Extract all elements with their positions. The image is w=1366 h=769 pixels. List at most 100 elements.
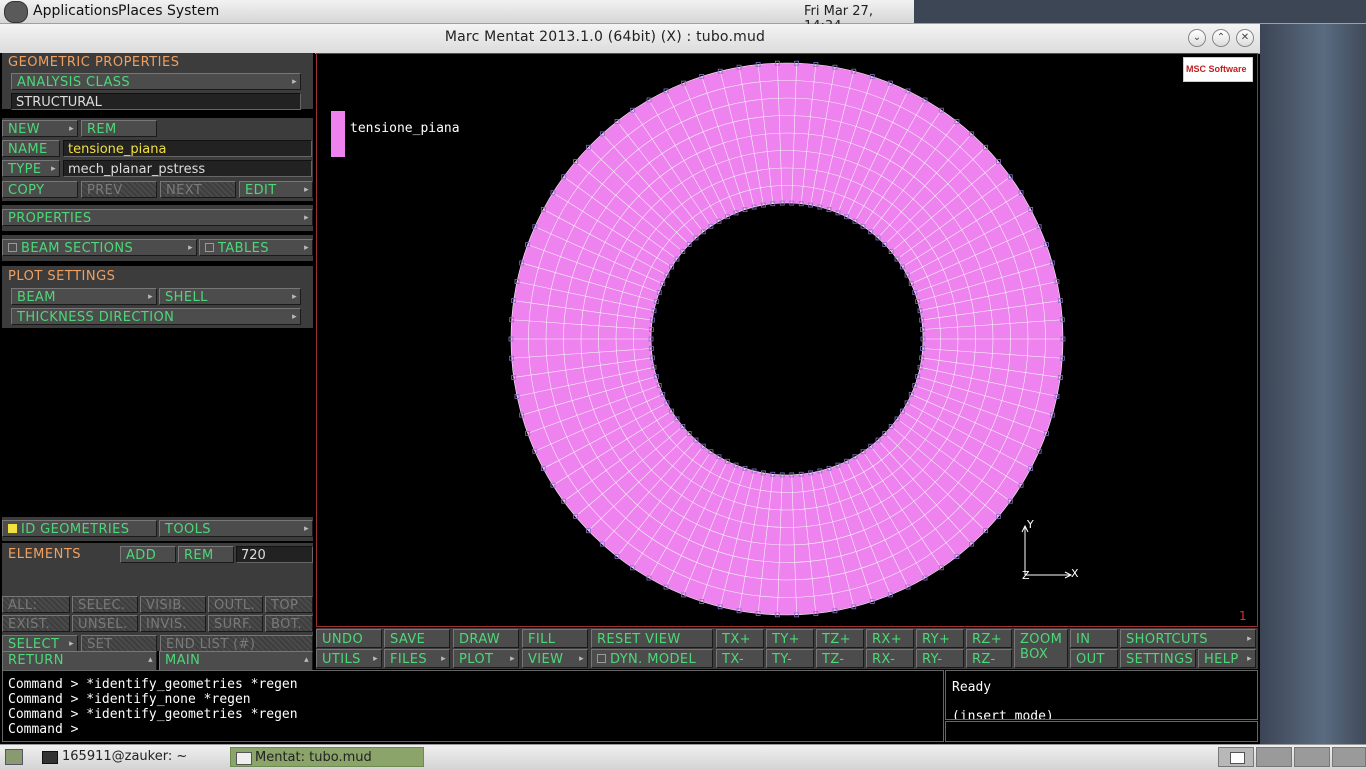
command-input[interactable]: Command > <box>8 722 78 737</box>
triangle-right-icon: ▸ <box>1247 654 1252 664</box>
ry-minus-label: RY- <box>922 652 943 667</box>
select-button[interactable]: SELECT ▸ <box>2 635 78 652</box>
tz-minus-button[interactable]: TZ- <box>816 649 864 668</box>
tube-mesh <box>508 60 1066 618</box>
tools-button[interactable]: TOOLS ▸ <box>159 520 313 537</box>
rz-minus-button[interactable]: RZ- <box>966 649 1012 668</box>
geometry-edit-section: NEW ▸ REM NAME tensione_piana TYPE ▸ mech_… <box>2 118 313 201</box>
rx-plus-button[interactable]: RX+ <box>866 629 914 648</box>
minimize-icon[interactable]: ⌄ <box>1188 29 1206 47</box>
dyn-model-button[interactable]: DYN. MODEL <box>591 649 713 668</box>
elements-rem-button[interactable]: REM <box>178 546 234 563</box>
view-button[interactable]: VIEW ▸ <box>522 649 588 668</box>
set-button[interactable]: SET <box>81 635 157 652</box>
taskbar-terminal-label: 165911@zauker: ~ <box>62 749 188 764</box>
tz-plus-button[interactable]: TZ+ <box>816 629 864 648</box>
name-label-button[interactable]: NAME <box>2 140 60 157</box>
top-button[interactable]: TOP <box>265 596 313 613</box>
prev-button[interactable]: PREV <box>81 181 157 198</box>
workspace-1[interactable] <box>1218 747 1254 767</box>
surface-button[interactable]: SURF. <box>208 615 263 632</box>
workspace-2[interactable] <box>1256 747 1292 767</box>
ty-plus-label: TY+ <box>772 632 800 647</box>
checkbox-icon <box>205 243 214 252</box>
files-button[interactable]: FILES ▸ <box>384 649 450 668</box>
workspace-4[interactable] <box>1332 747 1366 767</box>
outline-button[interactable]: OUTL. <box>208 596 263 613</box>
name-input[interactable]: tensione_piana <box>63 140 312 157</box>
selected-button[interactable]: SELEC. <box>72 596 138 613</box>
utils-label: UTILS <box>322 652 361 667</box>
beam-button[interactable]: BEAM ▸ <box>11 288 157 305</box>
tx-plus-button[interactable]: TX+ <box>716 629 764 648</box>
beam-sections-button[interactable]: BEAM SECTIONS ▸ <box>2 239 197 256</box>
ty-minus-button[interactable]: TY- <box>766 649 814 668</box>
utils-button[interactable]: UTILS ▸ <box>316 649 382 668</box>
graphics-viewport[interactable]: tensione_piana MSC Software Y X Z 1 <box>316 53 1258 627</box>
draw-button[interactable]: DRAW <box>453 629 519 648</box>
zoom-out-button[interactable]: OUT <box>1070 649 1118 668</box>
analysis-class-button[interactable]: ANALYSIS CLASS ▸ <box>11 73 301 90</box>
type-button[interactable]: TYPE ▸ <box>2 160 60 177</box>
unselected-button[interactable]: UNSEL. <box>72 615 138 632</box>
terminal-icon <box>42 751 58 764</box>
triangle-right-icon: ▸ <box>69 639 74 649</box>
ry-plus-button[interactable]: RY+ <box>916 629 964 648</box>
visible-button[interactable]: VISIB. <box>140 596 206 613</box>
settings-label: SETTINGS <box>1126 652 1194 667</box>
thickness-direction-button[interactable]: THICKNESS DIRECTION ▸ <box>11 308 301 325</box>
status-panel: Ready (insert mode) <box>945 670 1258 720</box>
tables-button[interactable]: TABLES ▸ <box>199 239 313 256</box>
analysis-class-value: STRUCTURAL <box>11 93 301 110</box>
rem-button[interactable]: REM <box>81 120 157 137</box>
workspace-3[interactable] <box>1294 747 1330 767</box>
navigation-section: RETURN ▴ MAIN ▴ <box>2 651 313 691</box>
bottom-button[interactable]: BOT. <box>265 615 313 632</box>
rz-plus-label: RZ+ <box>972 632 1003 647</box>
rz-plus-button[interactable]: RZ+ <box>966 629 1012 648</box>
show-desktop-icon[interactable] <box>5 749 23 765</box>
help-button[interactable]: HELP ▸ <box>1198 649 1256 668</box>
plot-button[interactable]: PLOT ▸ <box>453 649 519 668</box>
invisible-button[interactable]: INVIS. <box>140 615 206 632</box>
tz-plus-label: TZ+ <box>822 632 851 647</box>
settings-button[interactable]: SETTINGS <box>1120 649 1196 668</box>
copy-button[interactable]: COPY <box>2 181 78 198</box>
properties-section: PROPERTIES ▸ <box>2 205 313 231</box>
triangle-right-icon: ▸ <box>188 243 193 253</box>
add-button[interactable]: ADD <box>120 546 176 563</box>
ry-minus-button[interactable]: RY- <box>916 649 964 668</box>
existing-button[interactable]: EXIST. <box>2 615 70 632</box>
elements-header: ELEMENTS <box>8 547 82 562</box>
new-button[interactable]: NEW ▸ <box>2 120 78 137</box>
zoom-in-button[interactable]: IN <box>1070 629 1118 648</box>
tools-label: TOOLS <box>165 522 211 537</box>
fill-button[interactable]: FILL <box>522 629 588 648</box>
properties-button[interactable]: PROPERTIES ▸ <box>2 209 313 226</box>
ty-plus-button[interactable]: TY+ <box>766 629 814 648</box>
zoom-box-button[interactable]: ZOOM BOX <box>1014 629 1068 668</box>
taskbar-mentat[interactable]: Mentat: tubo.mud <box>230 747 424 767</box>
taskbar-terminal[interactable]: 165911@zauker: ~ <box>38 747 226 767</box>
shell-button[interactable]: SHELL ▸ <box>159 288 301 305</box>
existing-label: EXIST. <box>8 617 51 632</box>
tx-minus-button[interactable]: TX- <box>716 649 764 668</box>
maximize-icon[interactable]: ⌃ <box>1212 29 1230 47</box>
command-history[interactable]: Command > *identify_geometries *regen Co… <box>2 670 944 742</box>
shortcuts-button[interactable]: SHORTCUTS ▸ <box>1120 629 1256 648</box>
rx-minus-button[interactable]: RX- <box>866 649 914 668</box>
next-button[interactable]: NEXT <box>160 181 236 198</box>
undo-button[interactable]: UNDO <box>316 629 382 648</box>
command-line: Command > *identify_none *regen <box>8 692 251 707</box>
edit-button[interactable]: EDIT ▸ <box>239 181 313 198</box>
close-icon[interactable]: ✕ <box>1236 29 1254 47</box>
window-titlebar[interactable]: Marc Mentat 2013.1.0 (64bit) (X) : tubo.… <box>0 24 1260 54</box>
save-button[interactable]: SAVE <box>384 629 450 648</box>
reset-view-button[interactable]: RESET VIEW <box>591 629 713 648</box>
tables-label: TABLES <box>218 241 269 256</box>
id-geometries-button[interactable]: ID GEOMETRIES <box>2 520 157 537</box>
prev-label: PREV <box>87 183 123 198</box>
select-all-button[interactable]: ALL: <box>2 596 70 613</box>
selected-label: SELEC. <box>78 598 126 613</box>
end-list-button[interactable]: END LIST (#) <box>160 635 313 652</box>
